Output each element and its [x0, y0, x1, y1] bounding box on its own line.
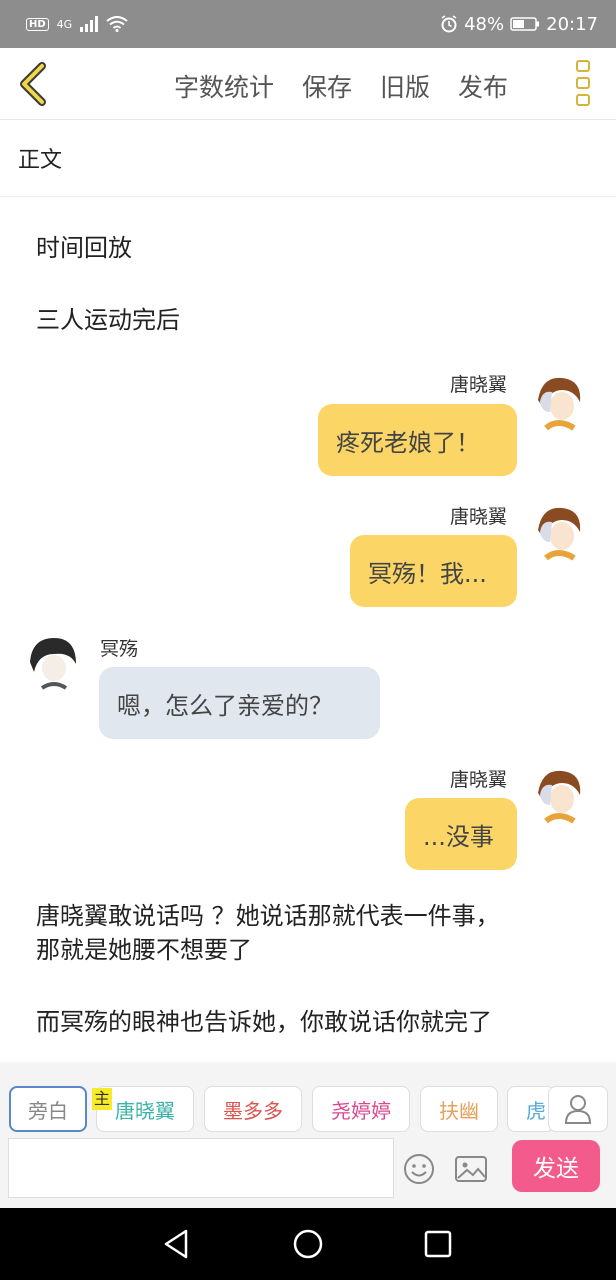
back-chevron-icon[interactable]: [16, 62, 56, 106]
message-bubble[interactable]: 疼死老娘了！: [318, 404, 517, 476]
system-nav-bar: [0, 1208, 616, 1280]
emoji-icon[interactable]: [402, 1152, 436, 1186]
speaker-name: 冥殇: [100, 638, 139, 660]
speaker-name: 唐晓翼: [450, 374, 508, 396]
message-bubble[interactable]: 嗯，怎么了亲爱的？: [99, 667, 380, 739]
editor-toolbar: 字数统计 保存 旧版 发布: [0, 48, 616, 120]
avatar-boy-icon: [528, 765, 590, 827]
host-badge: 主: [92, 1088, 113, 1110]
hd-icon: HD: [26, 17, 49, 31]
old-version-button[interactable]: 旧版: [380, 68, 430, 104]
narration-line: 而冥殇的眼神也告诉她，你敢说话你就完了: [36, 1008, 492, 1036]
section-title: 正文: [18, 148, 63, 173]
speaker-name: 唐晓翼: [450, 769, 508, 791]
character-chip[interactable]: 尧婷婷: [312, 1086, 410, 1132]
avatar-dark-hair-icon: [22, 632, 84, 694]
network-label: 4G: [56, 17, 73, 31]
signal-icon: [80, 16, 99, 32]
narration-line: 时间回放: [36, 234, 132, 262]
narration-line: 三人运动完后: [36, 306, 180, 334]
more-menu-icon[interactable]: [574, 60, 592, 110]
clock: 20:17: [546, 13, 598, 35]
avatar-boy-icon: [528, 502, 590, 564]
message-input[interactable]: [8, 1138, 394, 1198]
message-bubble[interactable]: ...没事: [405, 798, 517, 870]
status-bar: HD 4G 48% 20:17: [0, 0, 616, 48]
character-chip[interactable]: 墨多多: [204, 1086, 302, 1132]
nav-home-icon[interactable]: [292, 1228, 324, 1260]
avatar[interactable]: [528, 502, 590, 564]
message-bubble[interactable]: 冥殇！我...: [350, 535, 517, 607]
send-button[interactable]: 发送: [512, 1140, 600, 1192]
save-button[interactable]: 保存: [302, 68, 352, 104]
divider: [0, 196, 616, 197]
publish-button[interactable]: 发布: [458, 68, 508, 104]
nav-recents-icon[interactable]: [424, 1230, 452, 1258]
battery-icon: [510, 17, 540, 31]
avatar[interactable]: [528, 372, 590, 434]
avatar-boy-icon: [528, 372, 590, 434]
person-icon: [564, 1095, 592, 1124]
wifi-icon: [106, 16, 128, 32]
battery-percent: 48%: [464, 13, 505, 35]
avatar[interactable]: [22, 632, 84, 694]
narration-line: 唐晓翼敢说话吗 ？她说话那就代表一件事，: [36, 902, 500, 930]
image-icon[interactable]: [454, 1152, 488, 1186]
speaker-name: 唐晓翼: [450, 506, 508, 528]
narration-line: 那就是她腰不想要了: [36, 936, 252, 964]
narrator-chip[interactable]: 旁白: [9, 1086, 87, 1132]
nav-back-icon[interactable]: [162, 1228, 190, 1260]
word-count-button[interactable]: 字数统计: [174, 68, 274, 104]
character-chip[interactable]: 扶幽: [420, 1086, 498, 1132]
alarm-icon: [441, 15, 457, 33]
avatar[interactable]: [528, 765, 590, 827]
add-character-button[interactable]: [548, 1086, 608, 1132]
